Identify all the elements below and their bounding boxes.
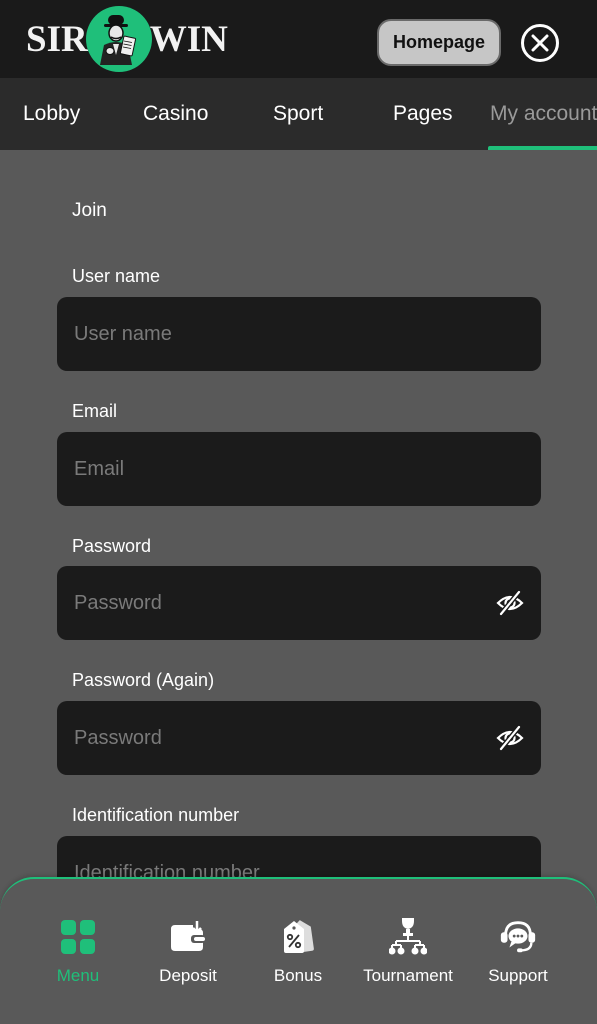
nav-support[interactable]: Support	[463, 879, 573, 999]
nav-tournament[interactable]: Tournament	[353, 879, 463, 999]
homepage-button[interactable]: Homepage	[377, 19, 501, 66]
support-headset-icon	[498, 917, 538, 957]
username-input[interactable]	[74, 322, 474, 346]
logo-text-left: SIR	[26, 18, 88, 60]
tab-sport[interactable]: Sport	[273, 78, 323, 150]
nav-support-label: Support	[488, 966, 548, 985]
username-label: User name	[72, 266, 161, 286]
nav-bonus-label: Bonus	[273, 966, 323, 985]
close-button[interactable]	[521, 24, 559, 62]
bottom-nav: Menu Deposit Bonus Tournament Support	[0, 877, 597, 1024]
nav-menu[interactable]: Menu	[23, 879, 133, 999]
tab-my-account[interactable]: My account	[490, 78, 597, 150]
tab-casino[interactable]: Casino	[143, 78, 208, 150]
id-number-label: Identification number	[72, 805, 240, 825]
grid-icon	[58, 917, 98, 957]
close-icon	[531, 34, 549, 52]
tab-lobby[interactable]: Lobby	[23, 78, 80, 150]
form-title: Join	[72, 200, 107, 221]
nav-menu-label: Menu	[56, 966, 100, 985]
nav-deposit[interactable]: Deposit	[133, 879, 243, 999]
email-field[interactable]	[57, 432, 541, 506]
tab-pages[interactable]: Pages	[393, 78, 453, 150]
eye-off-icon[interactable]	[496, 725, 524, 751]
logo-text-right: WIN	[149, 18, 228, 60]
password-again-label: Password (Again)	[72, 670, 215, 690]
eye-off-icon[interactable]	[496, 590, 524, 616]
email-label: Email	[72, 401, 118, 421]
password-input[interactable]	[74, 591, 474, 615]
nav-bonus[interactable]: Bonus	[243, 879, 353, 999]
main-tabs: Lobby Casino Sport Pages My account	[0, 78, 597, 150]
top-bar: SIR WIN Homepage	[0, 0, 597, 78]
tournament-bracket-icon	[388, 917, 428, 957]
wallet-icon	[168, 917, 208, 957]
gentleman-mascot-icon	[85, 6, 152, 72]
password-field[interactable]	[57, 566, 541, 640]
email-input[interactable]	[74, 457, 474, 481]
discount-tag-icon	[278, 917, 318, 957]
nav-deposit-label: Deposit	[159, 966, 217, 985]
password-label: Password	[72, 536, 152, 556]
sirwin-logo[interactable]: SIR WIN	[26, 6, 228, 72]
password-again-input[interactable]	[74, 726, 474, 750]
password-again-field[interactable]	[57, 701, 541, 775]
nav-tournament-label: Tournament	[363, 966, 453, 985]
username-field[interactable]	[57, 297, 541, 371]
